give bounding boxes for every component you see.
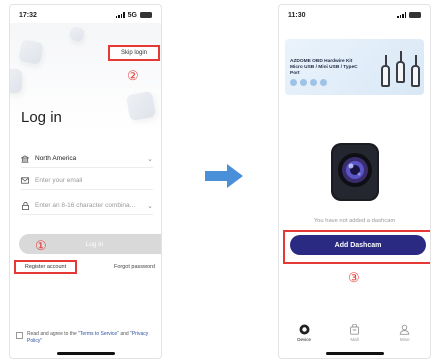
home-indicator (325, 352, 384, 355)
usb-plug-icon (396, 51, 405, 83)
status-bar: 17:32 5G (10, 5, 161, 25)
terms-agreement: Read and agree to the "Terms to Service"… (16, 331, 157, 344)
password-placeholder: Enter an 8-16 character combina... (35, 202, 136, 209)
skip-login-label: Skip login (120, 50, 147, 56)
tab-mine-label: Mine (399, 337, 410, 342)
bottom-tab-bar: Device Mall Mine (279, 324, 430, 350)
email-placeholder: Enter your email (35, 177, 83, 184)
agree-checkbox[interactable] (16, 332, 23, 339)
battery-icon (140, 12, 152, 18)
login-button-label: Log in (85, 240, 104, 248)
region-value: North America (35, 155, 77, 162)
usb-plug-icon (381, 55, 390, 87)
mail-icon (21, 177, 29, 185)
add-dashcam-label: Add Dashcam (334, 241, 382, 249)
login-screen: 17:32 5G Skip login ② Log in North Ameri… (9, 4, 162, 359)
banner-title: AZDOME OBD Hardwire Kit Micro USB / Mini… (290, 59, 358, 76)
network-label: 5G (127, 11, 137, 19)
register-label: Register account (24, 264, 67, 270)
step-marker-3: ③ (348, 270, 360, 285)
usb-plug-icon (411, 55, 420, 87)
signal-icon (397, 12, 406, 18)
email-field[interactable]: Enter your email (21, 172, 153, 190)
status-bar: 11:30 (279, 5, 430, 25)
eye-toggle-icon[interactable]: ⌄ (147, 202, 153, 210)
tab-device[interactable]: Device (289, 324, 319, 350)
lock-icon (21, 201, 29, 210)
add-dashcam-button[interactable]: Add Dashcam (290, 235, 426, 255)
device-screen: 11:30 AZDOME OBD Hardwire Kit Micro USB … (278, 4, 431, 359)
tab-mine[interactable]: Mine (390, 324, 420, 350)
banner-port-icons (290, 79, 327, 86)
status-time: 11:30 (288, 11, 306, 19)
password-field[interactable]: Enter an 8-16 character combina... ⌄ (21, 197, 153, 215)
next-step-arrow-icon (205, 164, 243, 188)
camera-icon (299, 324, 310, 335)
forgot-password-link[interactable]: Forgot password (114, 264, 155, 270)
agree-prefix: Read and agree to the (27, 331, 77, 337)
bag-icon (350, 324, 359, 335)
tab-device-label: Device (297, 337, 312, 342)
agree-text: Read and agree to the "Terms to Service"… (27, 331, 157, 344)
chevron-down-icon: ⌄ (147, 155, 153, 163)
tutorial-image: 17:32 5G Skip login ② Log in North Ameri… (0, 0, 440, 363)
person-icon (400, 324, 410, 335)
battery-icon (409, 12, 421, 18)
step-marker-2: ② (127, 68, 139, 83)
status-time: 17:32 (19, 11, 37, 19)
step-marker-1: ① (35, 238, 47, 253)
region-select[interactable]: North America ⌄ (21, 150, 153, 168)
dashcam-image (329, 139, 381, 205)
register-account-link[interactable]: Register account (14, 260, 77, 274)
promo-banner[interactable]: AZDOME OBD Hardwire Kit Micro USB / Mini… (285, 39, 424, 95)
page-title: Log in (21, 109, 62, 126)
terms-link[interactable]: "Terms to Service" (78, 331, 119, 337)
tab-mall[interactable]: Mall (339, 324, 369, 350)
tab-mall-label: Mall (350, 337, 359, 342)
agree-and: and (120, 331, 129, 337)
signal-icon (115, 12, 125, 18)
home-indicator (56, 352, 115, 355)
skip-login-button[interactable]: Skip login (108, 45, 160, 61)
bank-icon (21, 154, 29, 163)
empty-state-text: You have not added a dashcam (313, 218, 396, 224)
